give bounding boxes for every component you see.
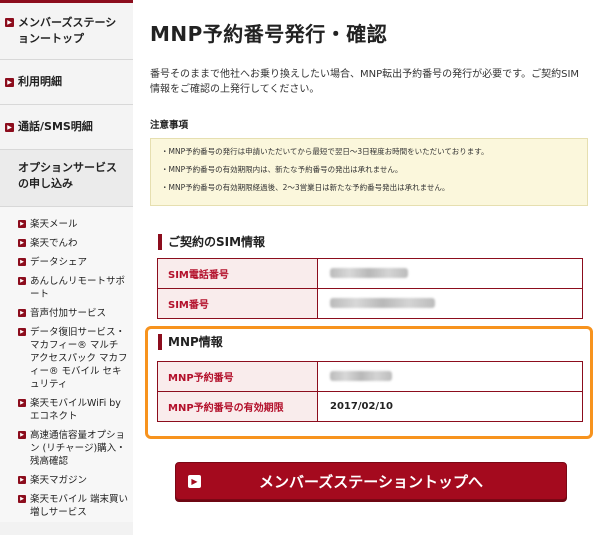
- members-top-button-label: メンバーズステーショントップへ: [259, 473, 483, 491]
- sim-number-value: [317, 288, 583, 319]
- mnp-number-value: [317, 361, 583, 392]
- chevron-right-icon: ▶: [18, 431, 26, 439]
- sidebar-item-voice-addon[interactable]: ▶ 音声付加サービス: [0, 304, 133, 323]
- chevron-right-icon: ▶: [18, 328, 26, 336]
- sidebar-item-remote-support[interactable]: ▶ あんしんリモートサポート: [0, 272, 133, 304]
- mnp-expiry-value: 2017/02/10: [317, 391, 583, 422]
- chevron-right-icon: ▶: [5, 18, 14, 27]
- sidebar-item-mobile-wifi[interactable]: ▶ 楽天モバイルWiFi by エコネクト: [0, 394, 133, 426]
- chevron-right-icon: ▶: [5, 123, 14, 132]
- chevron-right-icon: ▶: [18, 476, 26, 484]
- note-item: ・MNP予約番号の発行は申請いただいてから最短で翌日〜3日程度お時間をいただいて…: [161, 147, 489, 156]
- page-title: MNP予約番号発行・確認: [150, 22, 388, 46]
- sidebar-item-data-share[interactable]: ▶ データシェア: [0, 253, 133, 272]
- sidebar-item-label: 高速通信容量オプション (リチャージ)購入・残高確認: [30, 430, 126, 467]
- sidebar-item-members-top[interactable]: ▶ メンバーズステーションートップ: [0, 3, 133, 60]
- intro-text: 番号そのままで他社へお乗り換えしたい場合、MNP転出予約番号の発行が必要です。ご…: [150, 69, 580, 95]
- sim-info-section: ご契約のSIM情報 SIM電話番号 SIM番号: [150, 234, 590, 319]
- sim-info-table: SIM電話番号 SIM番号: [157, 258, 583, 319]
- sidebar-item-data-recovery[interactable]: ▶ データ復旧サービス・マカフィー® マルチ アクセスパック マカフィー® モバイ…: [0, 323, 133, 394]
- notes-box: ・MNP予約番号の発行は申請いただいてから最短で翌日〜3日程度お時間をいただいて…: [150, 138, 588, 206]
- sim-number-label: SIM番号: [157, 288, 318, 319]
- sidebar-item-label: 楽天マガジン: [30, 475, 88, 486]
- mnp-info-table: MNP予約番号 MNP予約番号の有効期限 2017/02/10: [157, 361, 583, 422]
- sidebar-item-rakuten-magazine[interactable]: ▶ 楽天マガジン: [0, 471, 133, 490]
- chevron-right-icon: ▶: [18, 399, 26, 407]
- chevron-right-icon: ▶: [18, 258, 26, 266]
- sidebar-section-title: オプションサービスの申し込み: [0, 150, 133, 207]
- table-row: SIM番号: [157, 288, 583, 319]
- sim-phone-label: SIM電話番号: [157, 258, 318, 289]
- chevron-right-icon: ▶: [18, 277, 26, 285]
- sidebar-item-label: 通話/SMS明細: [18, 120, 93, 133]
- chevron-right-icon: ▶: [18, 495, 26, 503]
- chevron-right-icon: ▶: [188, 475, 201, 488]
- mnp-number-label: MNP予約番号: [157, 361, 318, 392]
- sidebar-item-label: 楽天でんわ: [30, 238, 78, 249]
- sidebar-item-label: 利用明細: [18, 75, 62, 88]
- chevron-right-icon: ▶: [5, 78, 14, 87]
- sim-section-heading: ご契約のSIM情報: [158, 234, 590, 250]
- redacted-value: [330, 268, 408, 278]
- table-row: MNP予約番号: [157, 361, 583, 392]
- mnp-section-heading: MNP情報: [158, 334, 590, 350]
- sidebar-item-label: あんしんリモートサポート: [30, 276, 126, 300]
- chevron-right-icon: ▶: [18, 239, 26, 247]
- redacted-value: [330, 298, 435, 308]
- sidebar-item-label: データ復旧サービス・マカフィー® マルチ アクセスパック マカフィー® モバイル…: [30, 327, 128, 390]
- sidebar-item-label: 楽天モバイル 端末買い増しサービス: [30, 494, 129, 518]
- main-content: MNP予約番号発行・確認 番号そのままで他社へお乗り換えしたい場合、MNP転出予…: [150, 0, 590, 319]
- sidebar-item-label: 楽天モバイルWiFi by エコネクト: [30, 398, 121, 422]
- redacted-value: [330, 371, 392, 381]
- note-item: ・MNP予約番号の有効期限内は、新たな予約番号の発出は承れません。: [161, 165, 403, 174]
- sidebar-item-rakuten-mail[interactable]: ▶ 楽天メール: [0, 215, 133, 234]
- sidebar-item-rakuten-denwa[interactable]: ▶ 楽天でんわ: [0, 234, 133, 253]
- sidebar-sub-list: ▶ 楽天メール ▶ 楽天でんわ ▶ データシェア ▶ あんしんリモートサポート ▶ 音声付…: [0, 207, 133, 522]
- chevron-right-icon: ▶: [18, 220, 26, 228]
- sidebar-item-usage-details[interactable]: ▶ 利用明細: [0, 60, 133, 105]
- chevron-right-icon: ▶: [18, 309, 26, 317]
- mnp-expiry-label: MNP予約番号の有効期限: [157, 391, 318, 422]
- sidebar-item-call-sms-details[interactable]: ▶ 通話/SMS明細: [0, 105, 133, 150]
- sidebar-item-device-purchase[interactable]: ▶ 楽天モバイル 端末買い増しサービス: [0, 490, 133, 522]
- sidebar-item-label: 音声付加サービス: [30, 308, 107, 319]
- note-item: ・MNP予約番号の有効期限経過後、2〜3営業日は新たな予約番号発出は承れません。: [161, 183, 450, 192]
- table-row: SIM電話番号: [157, 258, 583, 289]
- sim-phone-value: [317, 258, 583, 289]
- sidebar-item-label: データシェア: [30, 257, 88, 268]
- notes-heading: 注意事項: [150, 120, 189, 131]
- table-row: MNP予約番号の有効期限 2017/02/10: [157, 391, 583, 422]
- mnp-info-section: MNP情報 MNP予約番号 MNP予約番号の有効期限 2017/02/10: [150, 334, 590, 422]
- sidebar-item-label: 楽天メール: [30, 219, 78, 230]
- sidebar: ▶ メンバーズステーションートップ ▶ 利用明細 ▶ 通話/SMS明細 オプショ…: [0, 0, 133, 535]
- sidebar-item-recharge[interactable]: ▶ 高速通信容量オプション (リチャージ)購入・残高確認: [0, 426, 133, 471]
- members-top-button[interactable]: ▶ メンバーズステーショントップへ: [175, 462, 567, 500]
- sidebar-item-label: メンバーズステーションートップ: [18, 16, 117, 45]
